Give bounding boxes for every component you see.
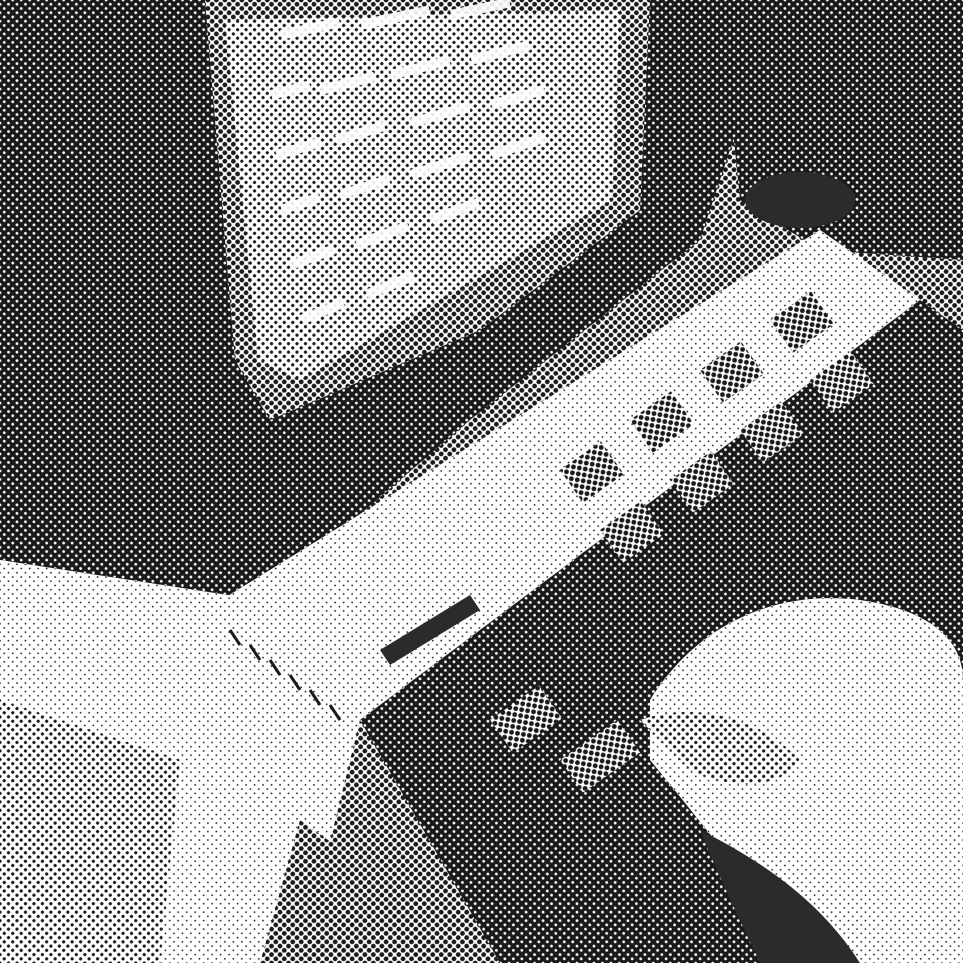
halftone-photo	[0, 0, 963, 963]
stand-knob	[745, 172, 855, 228]
